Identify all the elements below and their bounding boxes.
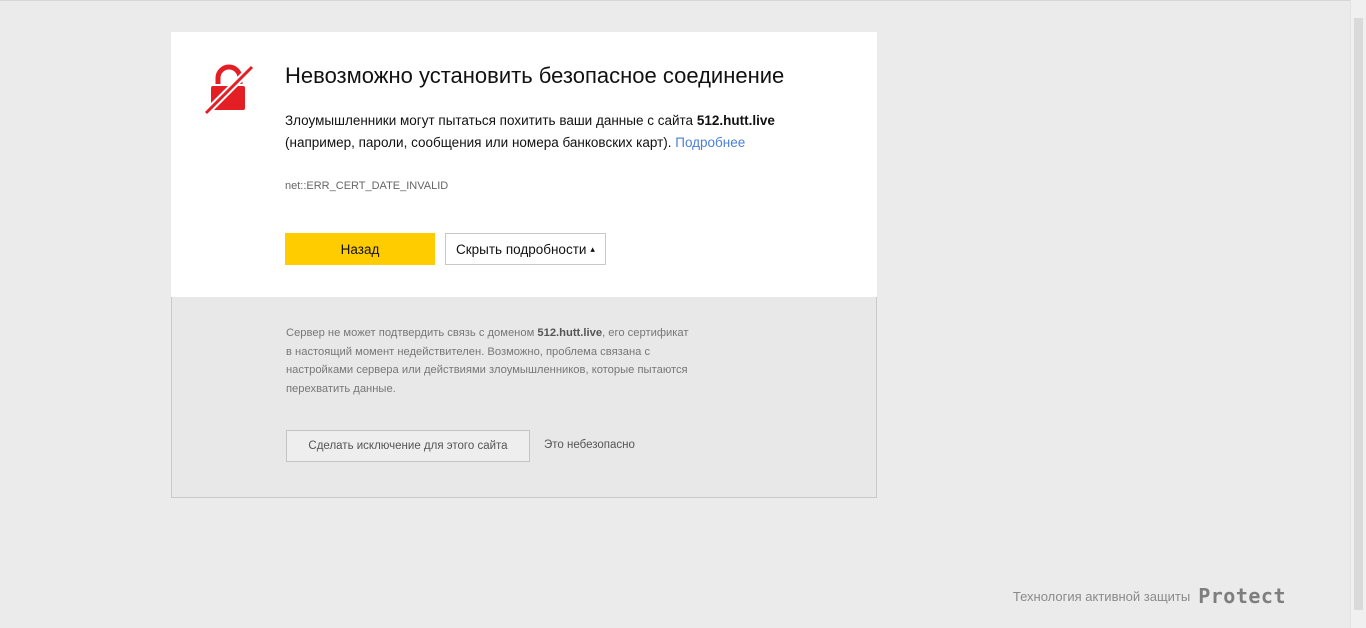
scrollbar[interactable]	[1350, 0, 1366, 628]
footer: Технология активной защиты Protect	[1013, 584, 1286, 608]
site-domain: 512.hutt.live	[696, 113, 775, 128]
hide-details-label: Скрыть подробности	[456, 241, 587, 257]
description-text: Злоумышленники могут пытаться похитить в…	[285, 113, 697, 128]
error-description: Злоумышленники могут пытаться похитить в…	[285, 110, 845, 154]
error-panel: Невозможно установить безопасное соедине…	[171, 32, 877, 297]
details-panel: Сервер не может подтвердить связь с доме…	[171, 297, 877, 498]
hide-details-button[interactable]: Скрыть подробности ▴	[445, 233, 606, 265]
page: Невозможно установить безопасное соедине…	[0, 0, 1366, 628]
add-exception-button[interactable]: Сделать исключение для этого сайта	[286, 430, 530, 462]
protect-logo: Protect	[1198, 584, 1286, 608]
broken-lock-icon	[203, 64, 255, 116]
add-exception-label: Сделать исключение для этого сайта	[308, 440, 508, 452]
footer-text: Технология активной защиты	[1012, 588, 1191, 604]
scrollbar-thumb[interactable]	[1354, 18, 1363, 610]
details-domain: 512.hutt.live	[537, 327, 603, 339]
learn-more-link[interactable]: Подробнее	[675, 135, 745, 150]
unsafe-warning: Это небезопасно	[544, 439, 635, 451]
page-title: Невозможно установить безопасное соедине…	[285, 63, 785, 88]
details-text: Сервер не может подтвердить связь с доме…	[286, 324, 696, 398]
top-border	[0, 0, 1366, 1]
error-card: Невозможно установить безопасное соедине…	[171, 32, 877, 498]
description-text-2: (например, пароли, сообщения или номера …	[285, 135, 676, 150]
details-text-part1: Сервер не может подтвердить связь с доме…	[286, 327, 538, 339]
back-button[interactable]: Назад	[285, 233, 435, 265]
back-button-label: Назад	[340, 241, 380, 257]
caret-up-icon: ▴	[590, 243, 595, 254]
error-code: net::ERR_CERT_DATE_INVALID	[285, 180, 449, 192]
